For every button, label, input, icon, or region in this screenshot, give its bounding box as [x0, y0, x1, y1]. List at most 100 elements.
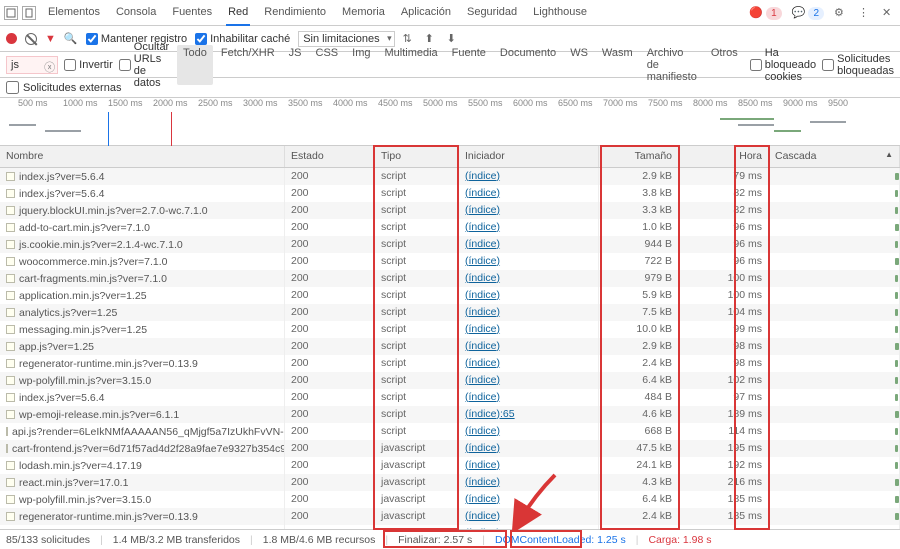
tab-aplicación[interactable]: Aplicación	[399, 0, 453, 26]
record-button[interactable]	[6, 33, 17, 44]
table-row[interactable]: wp-emoji-release.min.js?ver=6.1.1200scri…	[0, 406, 900, 423]
filter-type-fuente[interactable]: Fuente	[446, 45, 492, 85]
filter-type-todo[interactable]: Todo	[177, 45, 213, 85]
clear-button[interactable]	[25, 33, 37, 45]
download-icon[interactable]: ⬇	[447, 32, 461, 46]
table-row[interactable]: wp-polyfill.min.js?ver=3.15.0200javascri…	[0, 491, 900, 508]
filter-type-fetchxhr[interactable]: Fetch/XHR	[215, 45, 281, 85]
tab-memoria[interactable]: Memoria	[340, 0, 387, 26]
filter-type-js[interactable]: JS	[283, 45, 308, 85]
table-row[interactable]: index.js?ver=5.6.4200script(índice)2.9 k…	[0, 168, 900, 185]
table-row[interactable]: regenerator-runtime.min.js?ver=0.13.9200…	[0, 508, 900, 525]
tab-seguridad[interactable]: Seguridad	[465, 0, 519, 26]
col-type[interactable]: Tipo	[375, 146, 459, 167]
table-row[interactable]: wp-polyfill.min.js?ver=3.15.0200script(í…	[0, 372, 900, 389]
table-row[interactable]: react.min.js?ver=17.0.1200javascript(índ…	[0, 474, 900, 491]
table-row[interactable]: api.js?render=6LeIkNMfAAAAAN56_qMjgf5a7I…	[0, 423, 900, 440]
table-row[interactable]: add-to-cart.min.js?ver=7.1.0200script(ín…	[0, 219, 900, 236]
cell-time: 82 ms	[679, 202, 769, 219]
col-size[interactable]: Tamaño	[599, 146, 679, 167]
tab-fuentes[interactable]: Fuentes	[170, 0, 214, 26]
cell-size: 4.6 kB	[599, 406, 679, 423]
cell-status: 200	[285, 491, 375, 508]
table-row[interactable]: cart-fragments.min.js?ver=7.1.0200script…	[0, 270, 900, 287]
close-icon[interactable]: ✕	[882, 6, 896, 20]
cell-waterfall	[769, 508, 900, 525]
tab-red[interactable]: Red	[226, 0, 250, 26]
cell-waterfall	[769, 355, 900, 372]
table-row[interactable]: app.js?ver=1.25200script(índice)2.9 kB98…	[0, 338, 900, 355]
filter-type-ws[interactable]: WS	[564, 45, 594, 85]
timeline-tick: 2000 ms	[153, 98, 188, 108]
table-row[interactable]: index.js?ver=5.6.4200script(índice)3.8 k…	[0, 185, 900, 202]
timeline-tick: 5500 ms	[468, 98, 503, 108]
blocked-cookies-checkbox[interactable]: Ha bloqueado cookies	[750, 47, 816, 83]
cell-initiator: (índice)	[459, 491, 599, 508]
cell-waterfall	[769, 440, 900, 457]
cell-status: 200	[285, 440, 375, 457]
filter-type-otros[interactable]: Otros	[705, 45, 744, 85]
table-row[interactable]: index.js?ver=5.6.4200script(índice)484 B…	[0, 389, 900, 406]
messages-badge[interactable]: 💬 2	[792, 6, 824, 19]
filter-type-wasm[interactable]: Wasm	[596, 45, 639, 85]
script-icon	[6, 291, 15, 300]
hide-data-urls-checkbox[interactable]: Ocultar URLs de datos	[119, 41, 171, 89]
cell-initiator: (índice)	[459, 423, 599, 440]
wifi-icon[interactable]: ⇅	[403, 32, 417, 46]
filter-type-img[interactable]: Img	[346, 45, 376, 85]
cell-status: 200	[285, 389, 375, 406]
cell-time: 96 ms	[679, 236, 769, 253]
filter-type-multimedia[interactable]: Multimedia	[378, 45, 443, 85]
filter-type-css[interactable]: CSS	[310, 45, 345, 85]
cell-name: analytics.js?ver=1.25	[0, 304, 285, 321]
table-row[interactable]: application.min.js?ver=1.25200script(índ…	[0, 287, 900, 304]
gear-icon[interactable]: ⚙	[834, 6, 848, 20]
cell-type: script	[375, 270, 459, 287]
tab-rendimiento[interactable]: Rendimiento	[262, 0, 328, 26]
filter-icon[interactable]: ▼	[45, 33, 56, 45]
cell-waterfall	[769, 270, 900, 287]
col-initiator[interactable]: Iniciador	[459, 146, 599, 167]
col-name[interactable]: Nombre	[0, 146, 285, 167]
table-row[interactable]: js.cookie.min.js?ver=2.1.4-wc.7.1.0200sc…	[0, 236, 900, 253]
cell-time: 104 ms	[679, 304, 769, 321]
script-icon	[6, 512, 15, 521]
cell-size: 10.0 kB	[599, 321, 679, 338]
table-row[interactable]: cart-frontend.js?ver=6d71f57ad4d2f28a9fa…	[0, 440, 900, 457]
device-icon[interactable]	[22, 6, 36, 20]
tab-consola[interactable]: Consola	[114, 0, 158, 26]
table-row[interactable]: regenerator-runtime.min.js?ver=0.13.9200…	[0, 355, 900, 372]
col-time[interactable]: Hora	[679, 146, 769, 167]
col-status[interactable]: Estado	[285, 146, 375, 167]
table-row[interactable]: messaging.min.js?ver=1.25200script(índic…	[0, 321, 900, 338]
cell-waterfall	[769, 474, 900, 491]
stat-requests: 85/133 solicitudes	[6, 534, 90, 546]
filter-type-documento[interactable]: Documento	[494, 45, 562, 85]
clear-filter-icon[interactable]: ⓧ	[44, 59, 55, 75]
timeline-tick: 5000 ms	[423, 98, 458, 108]
table-row[interactable]: lodash.min.js?ver=4.17.19200javascript(í…	[0, 457, 900, 474]
timeline-overview[interactable]: 500 ms1000 ms1500 ms2000 ms2500 ms3000 m…	[0, 98, 900, 146]
script-icon	[6, 495, 15, 504]
kebab-icon[interactable]: ⋮	[858, 6, 872, 20]
table-row[interactable]: jquery.blockUI.min.js?ver=2.7.0-wc.7.1.0…	[0, 202, 900, 219]
external-requests-checkbox[interactable]	[6, 81, 19, 94]
filter-input[interactable]: js ⓧ	[6, 56, 58, 74]
cell-type: script	[375, 389, 459, 406]
col-waterfall[interactable]: Cascada ▲	[769, 146, 900, 167]
table-row[interactable]: woocommerce.min.js?ver=7.1.0200script(ín…	[0, 253, 900, 270]
filter-type-archivodemanifiesto[interactable]: Archivo de manifiesto	[641, 45, 703, 85]
disable-cache-checkbox[interactable]: Inhabilitar caché	[195, 33, 290, 45]
tab-lighthouse[interactable]: Lighthouse	[531, 0, 589, 26]
search-icon[interactable]: 🔍	[64, 32, 78, 46]
table-row[interactable]: analytics.js?ver=1.25200script(índice)7.…	[0, 304, 900, 321]
throttling-select[interactable]: Sin limitaciones	[298, 31, 394, 47]
tab-elementos[interactable]: Elementos	[46, 0, 102, 26]
blocked-requests-checkbox[interactable]: Solicitudes bloqueadas	[822, 53, 894, 77]
upload-icon[interactable]: ⬆	[425, 32, 439, 46]
error-badge[interactable]: 🔴 1	[749, 6, 781, 19]
cell-status: 200	[285, 168, 375, 185]
inspect-icon[interactable]	[4, 6, 18, 20]
cell-name: application.min.js?ver=1.25	[0, 287, 285, 304]
invert-checkbox[interactable]: Invertir	[64, 59, 113, 71]
